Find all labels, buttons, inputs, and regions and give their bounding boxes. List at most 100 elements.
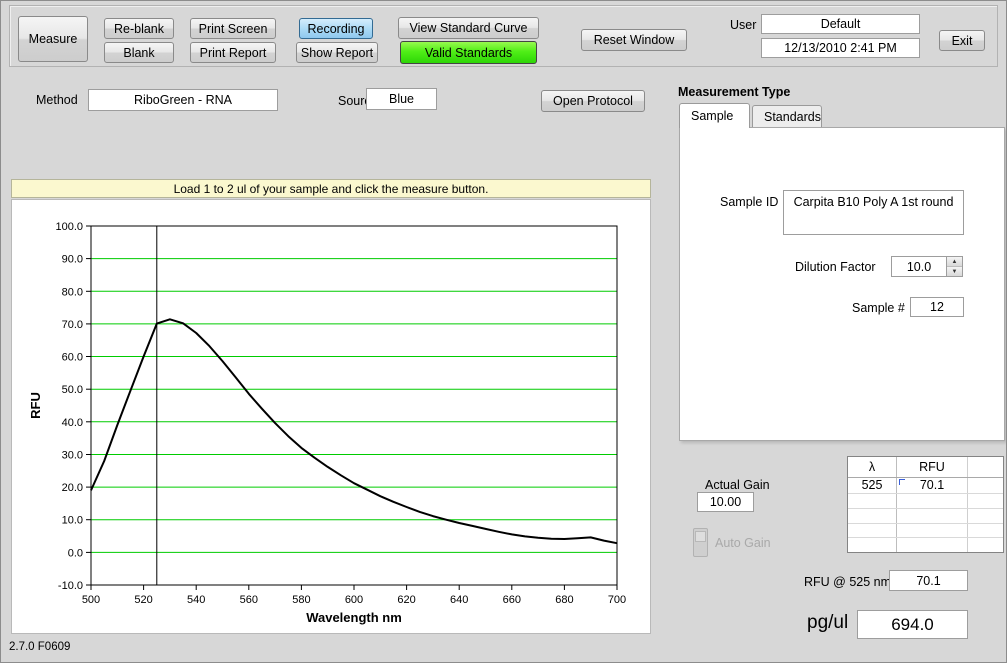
valid-standards-label: Valid Standards [425,46,512,60]
rfu-at-525-field: 70.1 [889,570,968,591]
measure-button-label: Measure [29,32,78,46]
spectrum-chart-svg[interactable]: -10.0 0.0 10.0 20.0 30.0 40.0 50.0 60.0 70.0 80.0… [12,200,650,633]
dilution-factor-value: 10.0 [892,260,946,274]
measure-button[interactable]: Measure [18,16,88,62]
blank-button[interactable]: Blank [104,42,174,63]
spectrum-chart[interactable]: -10.0 0.0 10.0 20.0 30.0 40.0 50.0 60.0 70.0 80.0… [11,199,651,634]
method-field[interactable]: RiboGreen - RNA [88,89,278,111]
svg-text:680: 680 [555,594,573,606]
table-row[interactable] [848,538,1003,552]
dilution-factor-label: Dilution Factor [795,260,876,274]
tab-standards[interactable]: Standards [752,105,822,128]
table-row[interactable]: 525 70.1 [848,478,1003,494]
auto-gain-label: Auto Gain [715,536,771,550]
print-report-button-label: Print Report [200,46,267,60]
dilution-spinner: ▲▼ [946,257,962,276]
method-label: Method [36,93,78,107]
svg-text:600: 600 [345,594,363,606]
svg-text:700: 700 [608,594,626,606]
wavelength-rfu-table[interactable]: λ RFU 525 70.1 [847,456,1004,553]
sample-id-field[interactable]: Carpita B10 Poly A 1st round [783,190,964,235]
auto-gain-toggle-handle-icon [695,531,706,542]
rfu-cell[interactable]: 70.1 [897,478,968,493]
recording-indicator-button[interactable]: Recording [299,18,373,39]
actual-gain-value: 10.00 [710,495,741,509]
sample-tab-panel [679,127,1005,441]
reblank-button[interactable]: Re-blank [104,18,174,39]
source-field[interactable]: Blue [366,88,437,110]
sample-id-value: Carpita B10 Poly A 1st round [794,195,954,209]
spinner-up-icon[interactable]: ▲ [947,257,962,267]
auto-gain-toggle[interactable] [693,528,708,557]
user-name-field[interactable]: Default [761,14,920,34]
reset-window-button-label: Reset Window [594,33,675,47]
svg-text:40.0: 40.0 [62,417,83,429]
rfu-at-525-value: 70.1 [916,574,940,588]
svg-text:Wavelength nm: Wavelength nm [306,610,402,625]
version-label: 2.7.0 F0609 [9,641,70,653]
show-report-button[interactable]: Show Report [296,42,378,63]
source-value: Blue [389,92,414,106]
exit-button-label: Exit [952,34,973,48]
svg-text:620: 620 [397,594,415,606]
fluorometer-app-window: Measure Re-blank Blank Print Screen Prin… [0,0,1007,663]
actual-gain-field[interactable]: 10.00 [697,492,754,512]
rfu-at-525-label: RFU @ 525 nm [804,575,891,589]
svg-text:20.0: 20.0 [62,482,83,494]
print-screen-button[interactable]: Print Screen [190,18,276,39]
svg-text:80.0: 80.0 [62,286,83,298]
svg-text:RFU: RFU [28,392,43,419]
dilution-factor-stepper[interactable]: 10.0 ▲▼ [891,256,963,277]
reblank-button-label: Re-blank [114,22,164,36]
svg-text:10.0: 10.0 [62,515,83,527]
valid-standards-indicator: Valid Standards [400,41,537,64]
show-report-button-label: Show Report [301,46,373,60]
svg-text:0.0: 0.0 [68,547,83,559]
print-screen-button-label: Print Screen [199,22,268,36]
table-header-row: λ RFU [848,457,1003,478]
datetime-field: 12/13/2010 2:41 PM [761,38,920,58]
table-row[interactable] [848,509,1003,524]
lambda-column-header: λ [848,457,897,477]
view-standard-curve-button[interactable]: View Standard Curve [398,17,539,39]
svg-text:50.0: 50.0 [62,384,83,396]
svg-text:560: 560 [240,594,258,606]
user-name-value: Default [821,17,861,31]
svg-text:540: 540 [187,594,205,606]
concentration-value: 694.0 [891,615,934,635]
svg-text:90.0: 90.0 [62,254,83,266]
svg-text:640: 640 [450,594,468,606]
table-row[interactable] [848,524,1003,539]
svg-text:520: 520 [134,594,152,606]
print-report-button[interactable]: Print Report [190,42,276,63]
actual-gain-label: Actual Gain [705,478,770,492]
instruction-banner-text: Load 1 to 2 ul of your sample and click … [174,182,489,196]
blank-button-label: Blank [123,46,154,60]
sample-id-label: Sample ID [720,195,778,209]
exit-button[interactable]: Exit [939,30,985,51]
measurement-type-title: Measurement Type [678,85,790,99]
table-row[interactable] [848,494,1003,509]
svg-text:30.0: 30.0 [62,450,83,462]
recording-label: Recording [308,22,365,36]
sample-number-value: 12 [930,300,944,314]
rfu-column-header: RFU [897,457,968,477]
tab-sample[interactable]: Sample [679,103,750,128]
svg-text:100.0: 100.0 [55,221,83,233]
svg-text:500: 500 [82,594,100,606]
svg-text:660: 660 [503,594,521,606]
svg-text:70.0: 70.0 [62,319,83,331]
svg-text:60.0: 60.0 [62,352,83,364]
svg-text:-10.0: -10.0 [58,580,83,592]
sample-number-field[interactable]: 12 [910,297,964,317]
lambda-cell[interactable]: 525 [848,478,897,493]
view-standard-curve-label: View Standard Curve [410,21,528,35]
reset-window-button[interactable]: Reset Window [581,29,687,51]
open-protocol-button[interactable]: Open Protocol [541,90,645,112]
spinner-down-icon[interactable]: ▼ [947,267,962,276]
cell-selection-mark [899,479,905,485]
sample-number-label: Sample # [852,301,905,315]
open-protocol-button-label: Open Protocol [553,94,633,108]
svg-text:580: 580 [292,594,310,606]
tab-sample-label: Sample [691,109,733,123]
